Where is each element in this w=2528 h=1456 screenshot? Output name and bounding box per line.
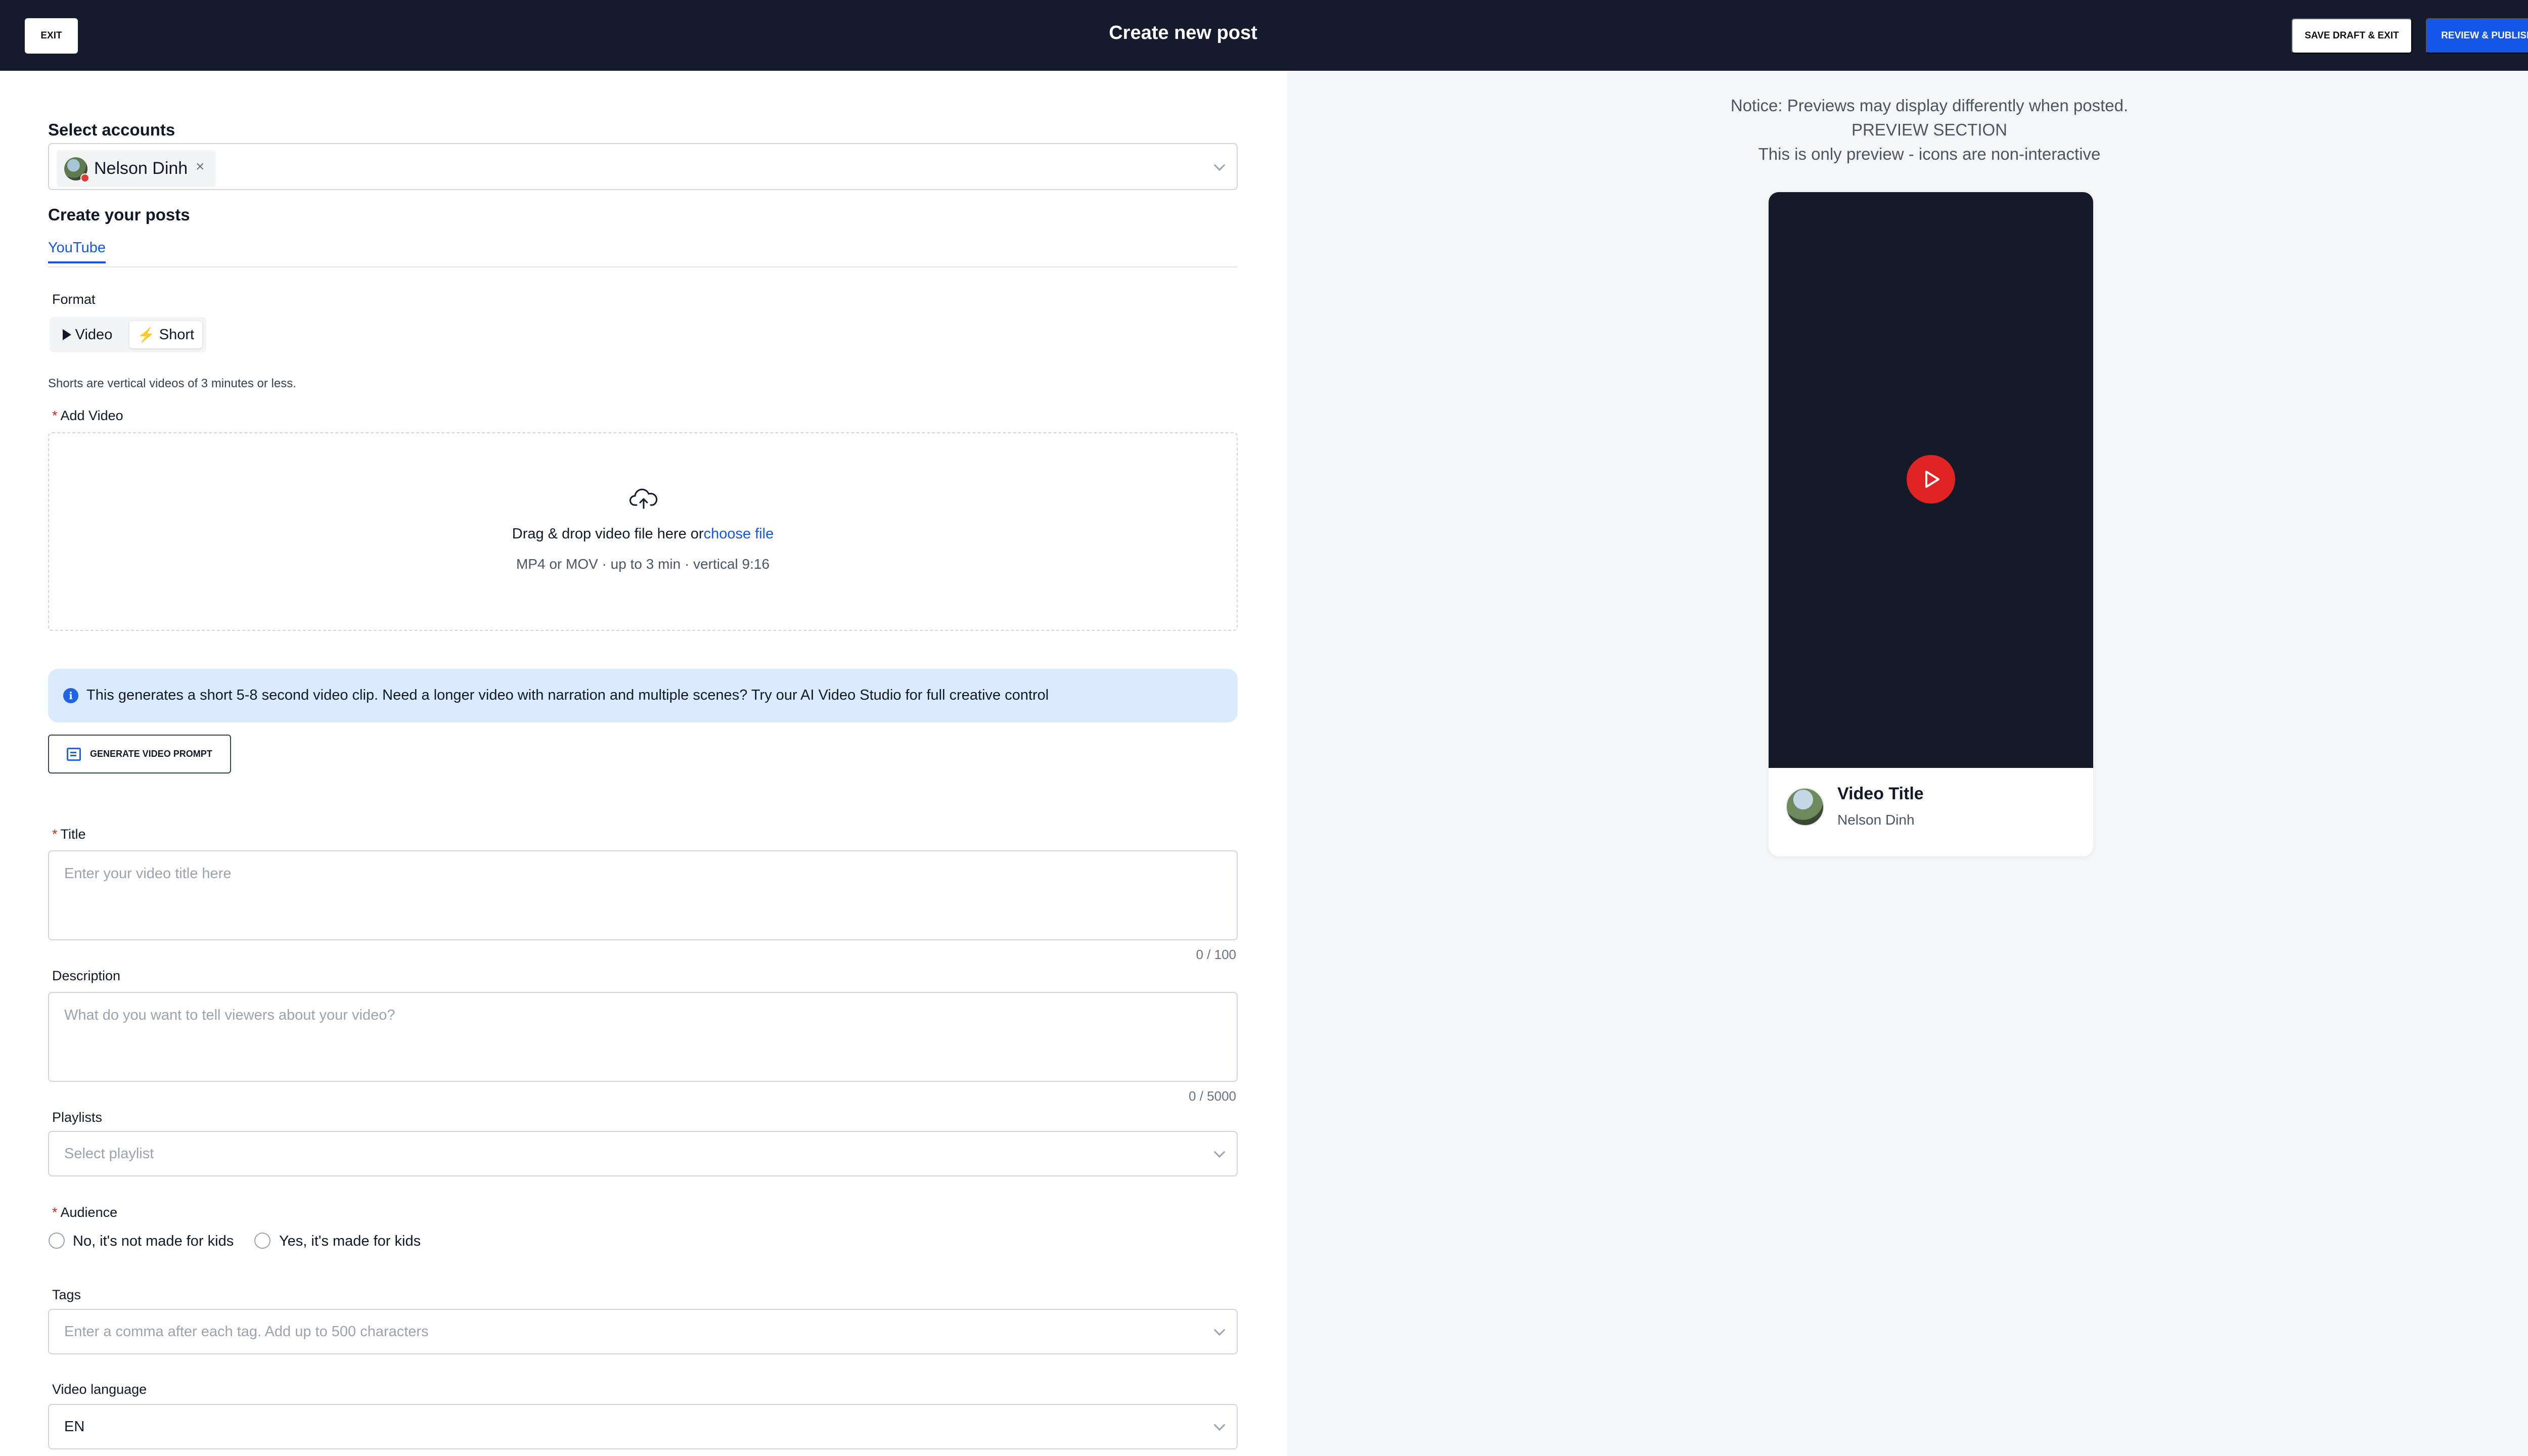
create-posts-label: Create your posts [48, 205, 190, 224]
audience-not-kids-radio[interactable] [49, 1233, 65, 1249]
format-toggle: Video ⚡ Short [50, 317, 206, 352]
title-counter: 0 / 100 [1196, 947, 1236, 962]
audience-not-kids-label[interactable]: No, it's not made for kids [73, 1233, 234, 1250]
chevron-down-icon [1213, 1146, 1226, 1158]
description-input[interactable]: What do you want to tell viewers about y… [48, 992, 1238, 1082]
dropzone-subtext: MP4 or MOV · up to 3 min · vertical 9:16 [516, 556, 770, 572]
preview-section-heading: PREVIEW SECTION [1851, 120, 2008, 139]
video-preview-area [1769, 192, 2093, 768]
add-video-label: * Add Video [52, 408, 123, 423]
tags-input[interactable]: Enter a comma after each tag. Add up to … [48, 1309, 1238, 1354]
chevron-down-icon [1213, 1324, 1226, 1336]
title-label: * Title [52, 827, 86, 842]
playlist-select[interactable]: Select playlist [48, 1131, 1238, 1176]
audience-label: * Audience [52, 1205, 118, 1220]
tab-divider [48, 266, 1238, 267]
preview-channel-name: Nelson Dinh [1837, 812, 1915, 828]
play-button-icon [1907, 455, 1955, 504]
video-dropzone[interactable]: Drag & drop video file here orchoose fil… [48, 432, 1238, 631]
play-icon [62, 329, 71, 340]
account-chip: Nelson Dinh × [57, 150, 216, 187]
preview-panel: Notice: Previews may display differently… [1287, 71, 2528, 1456]
save-draft-button[interactable]: SAVE DRAFT & EXIT [2291, 18, 2412, 54]
preview-disclaimer: This is only preview - icons are non-int… [1758, 145, 2101, 163]
format-video-option[interactable]: Video [55, 321, 120, 348]
format-short-option[interactable]: ⚡ Short [129, 321, 202, 348]
format-label: Format [52, 292, 96, 307]
channel-avatar [1786, 788, 1824, 826]
audience-kids-label[interactable]: Yes, it's made for kids [279, 1233, 421, 1250]
youtube-badge-icon [80, 173, 89, 183]
preview-notice: Notice: Previews may display differently… [1730, 96, 2129, 115]
page-title: Create new post [1109, 22, 1257, 43]
preview-video-title: Video Title [1837, 784, 1924, 803]
choose-file-link[interactable]: choose file [704, 526, 774, 542]
select-accounts-label: Select accounts [48, 120, 175, 139]
tab-youtube[interactable]: YouTube [48, 240, 106, 256]
remove-account-icon[interactable]: × [196, 158, 205, 175]
generate-video-prompt-button[interactable]: GENERATE VIDEO PROMPT [48, 735, 231, 774]
info-icon: i [63, 688, 78, 703]
tab-active-indicator [48, 261, 106, 263]
post-form: Select accounts Nelson Dinh × Create you… [0, 71, 1287, 1456]
info-banner-text: This generates a short 5-8 second video … [86, 687, 1049, 703]
title-input[interactable]: Enter your video title here [48, 850, 1238, 940]
bolt-icon: ⚡ [137, 327, 155, 343]
tags-label: Tags [52, 1287, 81, 1302]
cloud-upload-icon [629, 488, 658, 509]
top-header: EXIT Create new post SAVE DRAFT & EXIT R… [0, 0, 2528, 71]
description-counter: 0 / 5000 [1189, 1088, 1236, 1104]
chevron-down-icon [1213, 159, 1226, 171]
prompt-icon [67, 747, 81, 761]
audience-kids-radio[interactable] [254, 1233, 270, 1249]
dropzone-text: Drag & drop video file here orchoose fil… [512, 526, 774, 542]
video-language-label: Video language [52, 1382, 147, 1397]
info-banner: i This generates a short 5-8 second vide… [48, 669, 1238, 722]
chevron-down-icon [1213, 1419, 1226, 1431]
short-preview-card: Video Title Nelson Dinh [1769, 192, 2093, 856]
playlists-label: Playlists [52, 1110, 103, 1125]
video-language-select[interactable]: EN [48, 1404, 1238, 1449]
shorts-hint: Shorts are vertical videos of 3 minutes … [48, 377, 296, 390]
description-label: Description [52, 968, 121, 983]
account-name: Nelson Dinh [94, 159, 188, 178]
accounts-select[interactable] [48, 143, 1238, 190]
review-publish-button[interactable]: REVIEW & PUBLISH [2426, 18, 2528, 54]
